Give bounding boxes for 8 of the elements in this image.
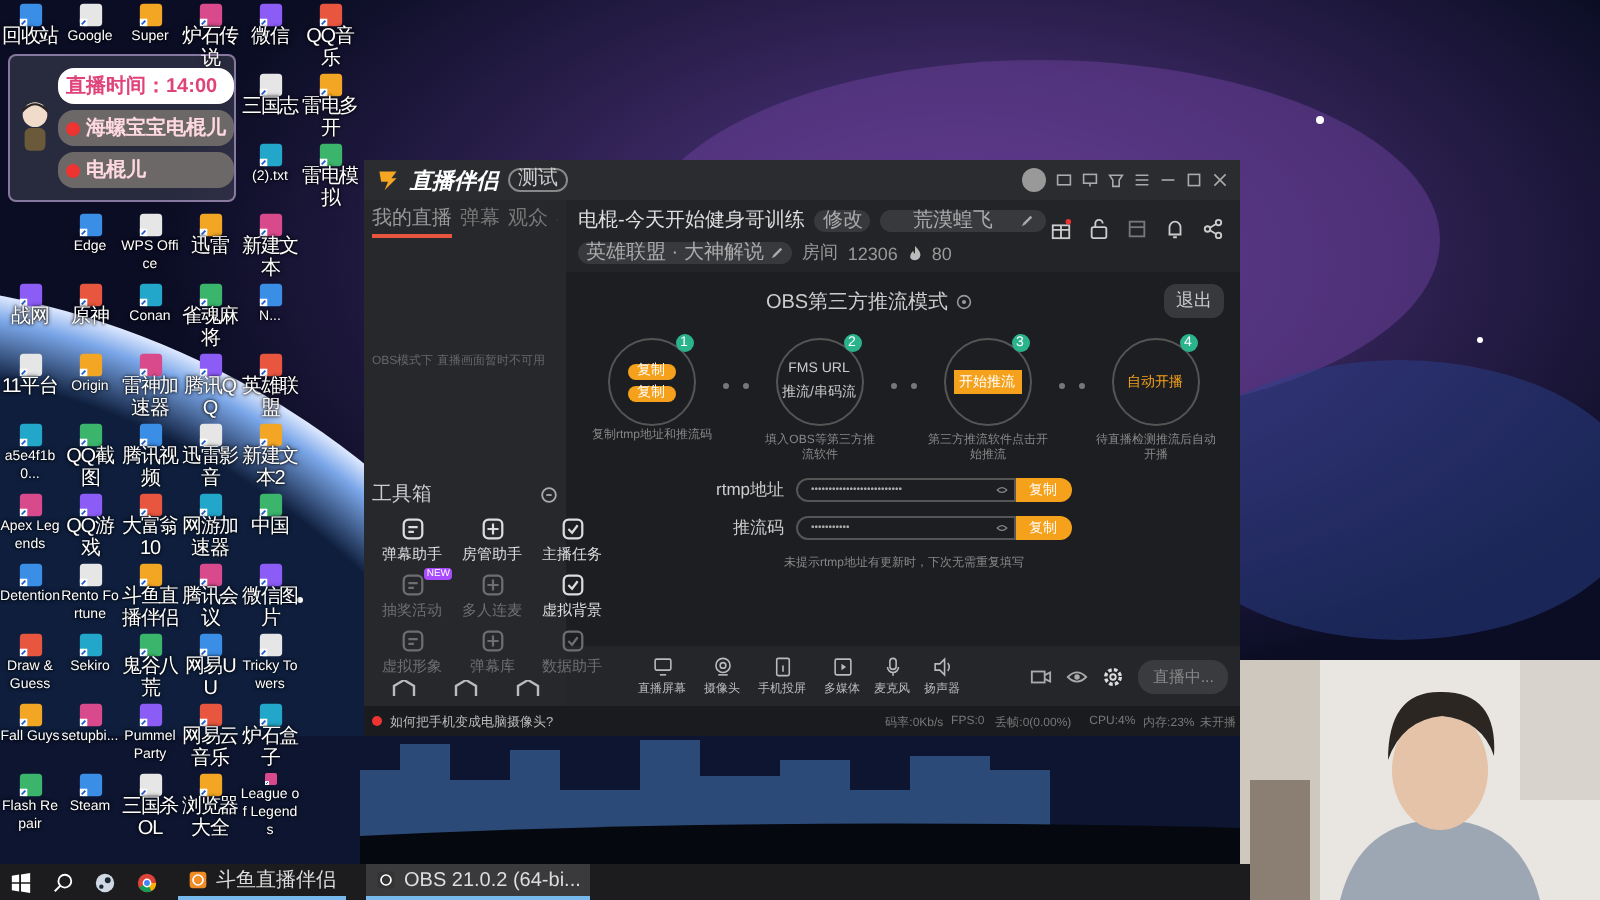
- taskbar-app[interactable]: OBS 21.0.2 (64-bi...: [366, 864, 591, 900]
- taskbar-app[interactable]: 斗鱼直播伴侣: [178, 864, 346, 900]
- steam-icon[interactable]: [94, 871, 116, 893]
- chrome-icon[interactable]: [136, 871, 158, 893]
- app-icon: [376, 870, 396, 890]
- app-icon: [188, 870, 208, 890]
- search-icon[interactable]: [52, 871, 74, 893]
- start-icon[interactable]: [10, 871, 32, 893]
